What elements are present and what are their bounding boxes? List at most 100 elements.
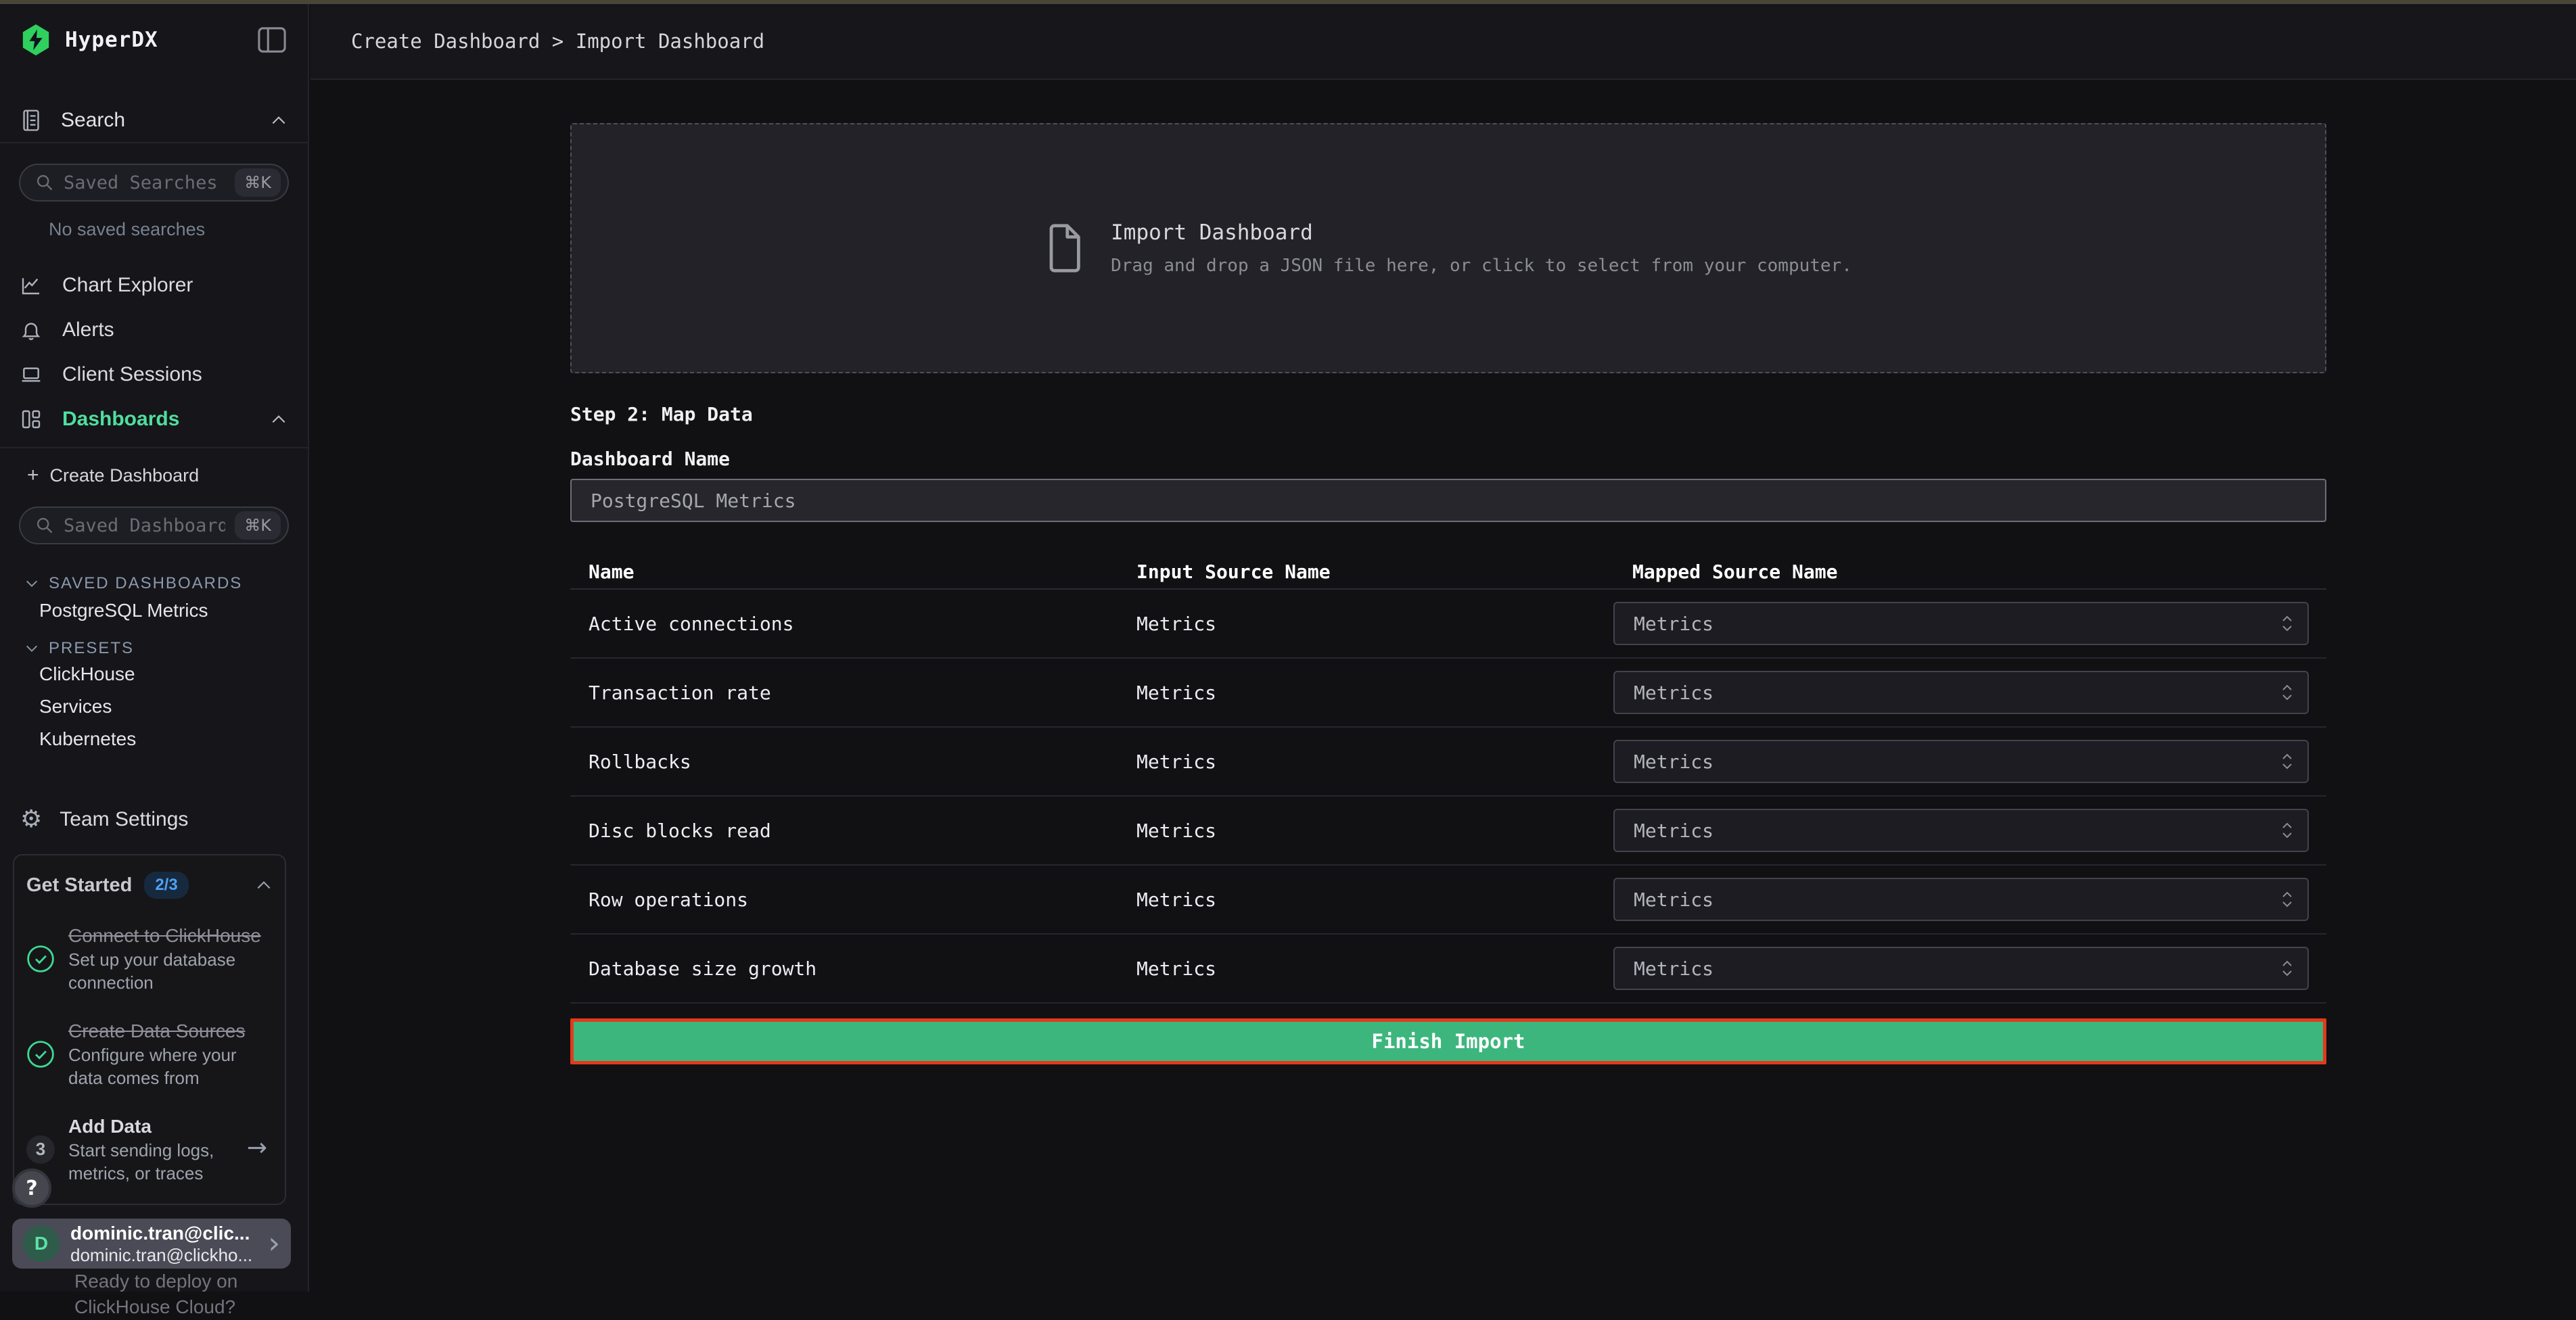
select-chevrons-icon — [2280, 820, 2294, 841]
chevron-down-icon — [24, 643, 39, 654]
select-chevrons-icon — [2280, 613, 2294, 634]
chart-name: Rollbacks — [570, 751, 1118, 773]
table-row: Disc blocks read Metrics Metrics — [570, 797, 2326, 866]
window-top-strip — [0, 0, 2576, 4]
get-started-card: Get Started 2/3 Connect to ClickHouse Se… — [13, 854, 286, 1205]
task-title: Add Data — [68, 1114, 246, 1139]
gear-icon: ⚙ — [20, 807, 42, 832]
select-chevrons-icon — [2280, 958, 2294, 979]
file-dropzone[interactable]: Import Dashboard Drag and drop a JSON fi… — [570, 123, 2326, 373]
table-row: Row operations Metrics Metrics — [570, 866, 2326, 935]
saved-dashboards-input[interactable] — [64, 515, 225, 536]
help-button[interactable]: ? — [12, 1169, 51, 1208]
select-chevrons-icon — [2280, 889, 2294, 910]
sidebar-item-dashboards[interactable]: Dashboards — [0, 397, 308, 442]
select-chevrons-icon — [2280, 751, 2294, 772]
team-settings-label: Team Settings — [60, 808, 188, 831]
chevron-up-icon — [270, 114, 288, 126]
sidebar-item-label: Dashboards — [62, 408, 179, 431]
laptop-icon — [20, 364, 42, 385]
saved-searches-searchbox[interactable]: ⌘K — [19, 164, 289, 202]
sidebar-item-label: Chart Explorer — [62, 274, 193, 297]
topbar: Create Dashboard > Import Dashboard — [310, 4, 2576, 80]
saved-dashboards-searchbox[interactable]: ⌘K — [19, 506, 289, 544]
preset-services[interactable]: Services — [0, 690, 308, 723]
step-number-badge: 3 — [26, 1135, 55, 1164]
hidden-task-text: Ready to deploy on ClickHouse Cloud? — [74, 1269, 298, 1320]
task-subtitle: Start sending logs, metrics, or traces — [68, 1139, 246, 1185]
user-email: dominic.tran@clickho... — [70, 1245, 257, 1265]
no-saved-searches-text: No saved searches — [0, 219, 308, 240]
task-title: Connect to ClickHouse — [68, 923, 273, 948]
progress-badge: 2/3 — [144, 872, 188, 899]
input-source-name: Metrics — [1118, 889, 1592, 911]
bell-icon — [20, 319, 42, 341]
task-title: Create Data Sources — [68, 1018, 273, 1043]
chevron-up-icon — [255, 879, 273, 891]
saved-searches-input[interactable] — [64, 172, 225, 193]
sidebar-divider — [0, 447, 308, 448]
user-menu[interactable]: D dominic.tran@clic... dominic.tran@clic… — [12, 1219, 291, 1269]
create-dashboard-button[interactable]: + Create Dashboard — [0, 454, 308, 497]
mapped-source-select[interactable]: Metrics — [1613, 809, 2309, 852]
check-circle-icon — [26, 1040, 55, 1068]
mapped-source-select[interactable]: Metrics — [1613, 947, 2309, 990]
sidebar-collapse-icon[interactable] — [256, 26, 288, 54]
sidebar: HyperDX Search — [0, 4, 309, 1292]
table-row: Database size growth Metrics Metrics — [570, 935, 2326, 1004]
section-header-label: SAVED DASHBOARDS — [49, 574, 242, 593]
mapped-source-select[interactable]: Metrics — [1613, 878, 2309, 921]
kbd-shortcut-badge: ⌘K — [235, 168, 281, 197]
search-section-label: Search — [61, 109, 125, 132]
dashboard-name-input[interactable] — [570, 479, 2326, 522]
preset-clickhouse[interactable]: ClickHouse — [0, 658, 308, 690]
finish-import-button[interactable]: Finish Import — [570, 1018, 2326, 1064]
saved-dashboard-postgresql-metrics[interactable]: PostgreSQL Metrics — [0, 593, 308, 628]
chevron-down-icon — [24, 578, 39, 589]
get-started-item-connect[interactable]: Connect to ClickHouse Set up your databa… — [26, 923, 273, 994]
mapping-table: Name Input Source Name Mapped Source Nam… — [570, 555, 2326, 1004]
logo-row: HyperDX — [0, 4, 308, 76]
sidebar-nav: Chart Explorer Alerts Client Sessions — [0, 263, 308, 442]
input-source-name: Metrics — [1118, 958, 1592, 980]
table-row: Active connections Metrics Metrics — [570, 590, 2326, 659]
input-source-name: Metrics — [1118, 820, 1592, 842]
step-heading: Step 2: Map Data — [570, 403, 753, 425]
team-settings-button[interactable]: ⚙ Team Settings — [0, 797, 308, 842]
column-header-name: Name — [570, 561, 1118, 583]
mapped-source-select[interactable]: Metrics — [1613, 602, 2309, 645]
arrow-right-icon: → — [247, 1134, 267, 1162]
get-started-header[interactable]: Get Started 2/3 — [26, 872, 273, 899]
search-icon — [35, 173, 54, 192]
file-icon — [1044, 222, 1084, 274]
presets-section-header[interactable]: PRESETS — [24, 639, 308, 658]
sidebar-item-label: Client Sessions — [62, 363, 202, 386]
chart-name: Transaction rate — [570, 682, 1118, 704]
chart-icon — [20, 275, 42, 296]
sidebar-item-alerts[interactable]: Alerts — [0, 308, 308, 352]
get-started-item-data-sources[interactable]: Create Data Sources Configure where your… — [26, 1018, 273, 1089]
get-started-item-add-data[interactable]: 3 Add Data Start sending logs, metrics, … — [26, 1114, 273, 1185]
preset-kubernetes[interactable]: Kubernetes — [0, 723, 308, 755]
column-header-input-source: Input Source Name — [1118, 561, 1592, 583]
app-title: HyperDX — [65, 28, 158, 52]
task-subtitle: Configure where your data comes from — [68, 1043, 273, 1089]
chart-name: Row operations — [570, 889, 1118, 911]
dashboards-icon — [20, 408, 42, 430]
sidebar-item-client-sessions[interactable]: Client Sessions — [0, 352, 308, 397]
mapped-source-select[interactable]: Metrics — [1613, 671, 2309, 714]
table-header-row: Name Input Source Name Mapped Source Nam… — [570, 555, 2326, 590]
create-dashboard-label: Create Dashboard — [50, 465, 200, 486]
get-started-title: Get Started — [26, 874, 132, 897]
sidebar-item-chart-explorer[interactable]: Chart Explorer — [0, 263, 308, 308]
mapped-source-select[interactable]: Metrics — [1613, 740, 2309, 783]
search-section-header[interactable]: Search — [0, 99, 308, 143]
column-header-mapped-source: Mapped Source Name — [1592, 561, 2326, 583]
section-header-label: PRESETS — [49, 639, 134, 658]
dropzone-subtitle: Drag and drop a JSON file here, or click… — [1111, 256, 1852, 276]
saved-dashboards-section-header[interactable]: SAVED DASHBOARDS — [24, 574, 308, 593]
journal-icon — [20, 109, 42, 132]
table-row: Rollbacks Metrics Metrics — [570, 728, 2326, 797]
select-chevrons-icon — [2280, 682, 2294, 703]
plus-icon: + — [27, 464, 39, 487]
